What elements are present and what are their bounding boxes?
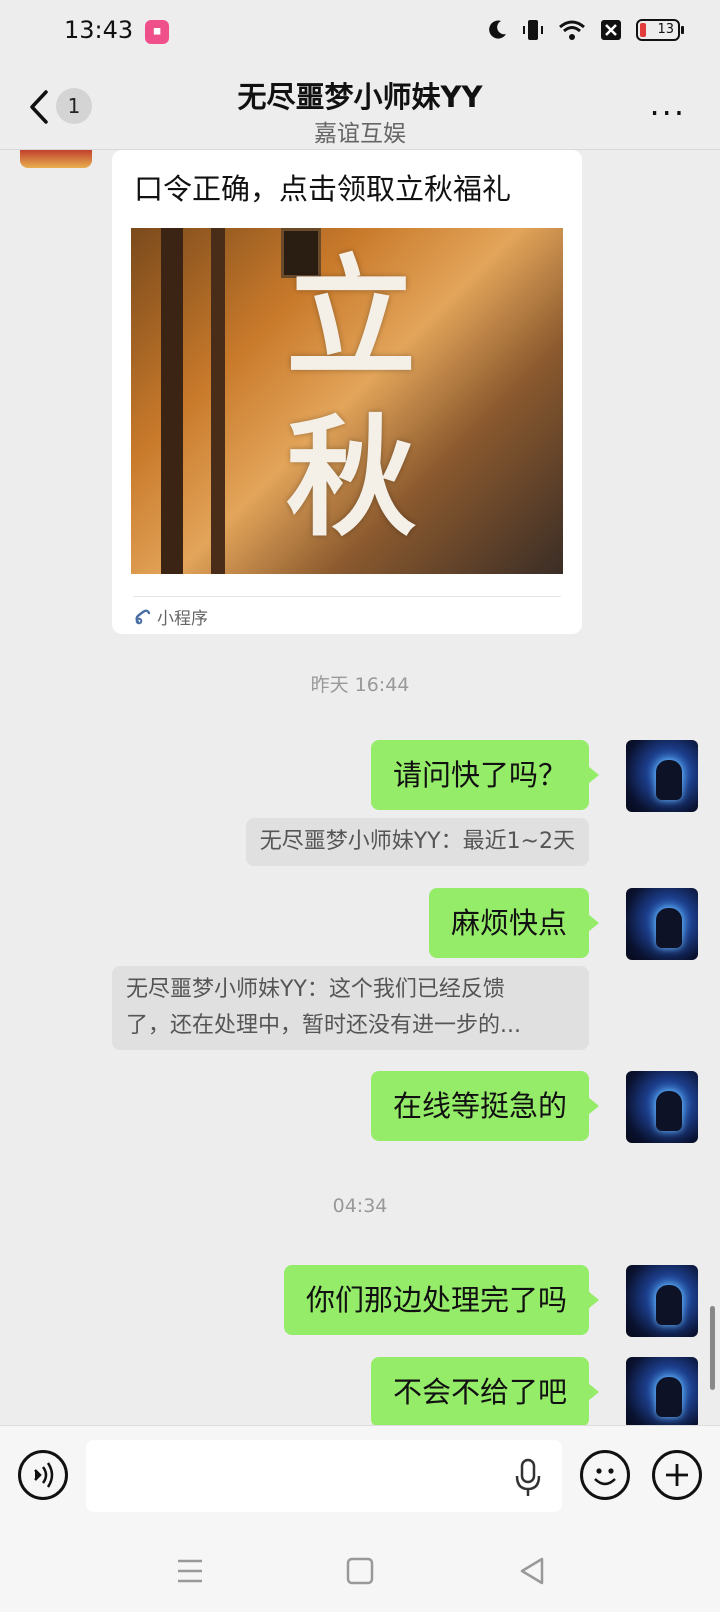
quoted-message[interactable]: 无尽噩梦小师妹YY：最近1~2天	[245, 818, 589, 866]
menu-icon[interactable]	[170, 1551, 210, 1591]
battery-icon: 13	[636, 19, 684, 41]
sim-blocked-icon	[601, 20, 621, 40]
status-icons: 13	[486, 18, 684, 42]
smiley-icon	[594, 1468, 616, 1486]
mini-program-card[interactable]: 口令正确，点击领取立秋福礼 立秋 小程序	[112, 150, 582, 634]
sent-message[interactable]: 在线等挺急的	[370, 1071, 600, 1141]
mini-program-icon	[135, 609, 151, 624]
card-divider	[133, 596, 561, 597]
my-avatar[interactable]	[626, 888, 698, 960]
quoted-message-line: 了，还在处理中，暂时还没有进一步的...	[126, 1013, 521, 1038]
more-actions-button[interactable]	[652, 1450, 702, 1500]
card-footer: 小程序	[134, 604, 208, 629]
voice-icon	[34, 1462, 54, 1488]
back-triangle-icon[interactable]	[512, 1551, 552, 1591]
input-bar	[0, 1425, 720, 1525]
chat-header: 1 无尽噩梦小师妹YY 嘉谊互娱 ···	[0, 64, 720, 150]
plus-icon	[666, 1464, 688, 1486]
message-input[interactable]	[86, 1440, 562, 1512]
my-avatar[interactable]	[626, 1265, 698, 1337]
chat-subtitle: 嘉谊互娱	[314, 121, 406, 147]
system-navigation-bar	[0, 1525, 720, 1612]
sent-message[interactable]: 不会不给了吧	[370, 1357, 600, 1425]
status-time: 13:43	[64, 16, 134, 44]
wifi-icon	[559, 20, 585, 40]
app-notification-icon: ◼	[145, 20, 169, 44]
microphone-icon[interactable]	[514, 1458, 542, 1498]
chat-title: 无尽噩梦小师妹YY	[237, 80, 483, 114]
message-list[interactable]: 口令正确，点击领取立秋福礼 立秋 小程序 昨天 16:44 请问快了吗？ 无尽噩…	[0, 150, 720, 1425]
card-image-calligraphy: 立秋	[285, 241, 416, 554]
contact-avatar[interactable]	[20, 150, 92, 168]
my-avatar[interactable]	[626, 740, 698, 812]
sent-message[interactable]: 麻烦快点	[428, 888, 600, 958]
emoji-button[interactable]	[580, 1450, 630, 1500]
more-options-icon[interactable]: ···	[649, 94, 686, 132]
sent-message[interactable]: 请问快了吗？	[370, 740, 600, 810]
voice-input-button[interactable]	[18, 1450, 68, 1500]
card-image: 立秋	[131, 228, 563, 574]
card-title: 口令正确，点击领取立秋福礼	[134, 172, 512, 206]
my-avatar[interactable]	[626, 1071, 698, 1143]
quoted-message-line: 无尽噩梦小师妹YY：这个我们已经反馈	[126, 977, 505, 1002]
card-footer-label: 小程序	[157, 609, 208, 629]
home-icon[interactable]	[340, 1551, 380, 1591]
quoted-message[interactable]: 无尽噩梦小师妹YY：这个我们已经反馈 了，还在处理中，暂时还没有进一步的...	[112, 966, 589, 1050]
my-avatar[interactable]	[626, 1357, 698, 1425]
vibrate-icon	[523, 20, 543, 40]
sent-message[interactable]: 你们那边处理完了吗	[283, 1265, 600, 1335]
timestamp: 04:34	[332, 1195, 388, 1217]
status-bar: 13:43 ◼ 13	[0, 0, 720, 64]
moon-icon	[489, 20, 506, 39]
scrollbar[interactable]	[710, 1306, 715, 1390]
timestamp: 昨天 16:44	[310, 674, 410, 696]
